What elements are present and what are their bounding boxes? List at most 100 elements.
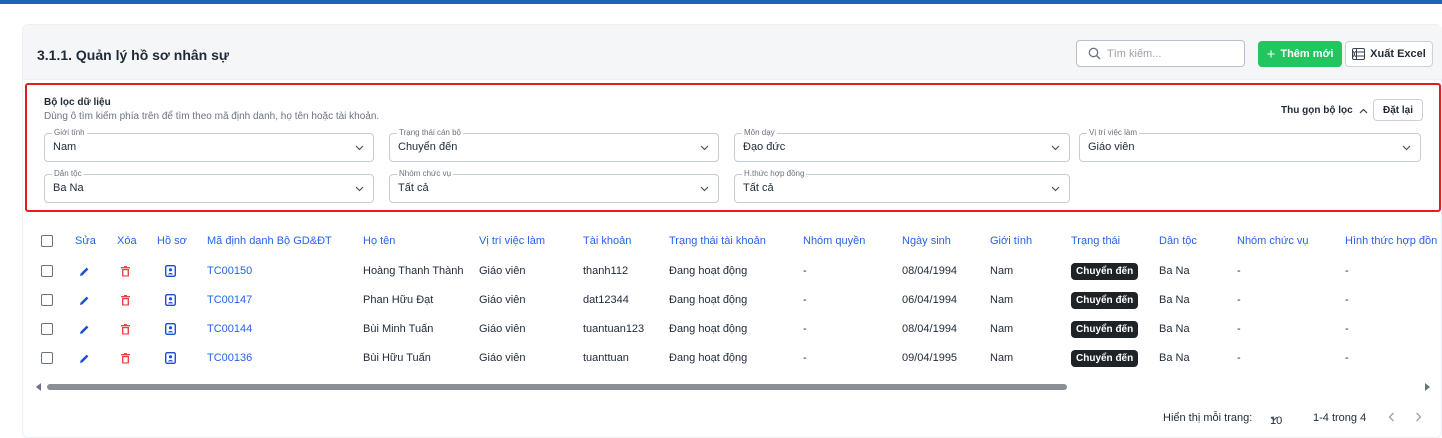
row-id-link[interactable]: TC00136	[207, 346, 252, 370]
col-name[interactable]: Họ tên	[363, 229, 395, 253]
subject-select-label: Môn dạy	[742, 128, 777, 138]
table-row: TC00150 Hoàng Thanh Thành Giáo viên than…	[23, 259, 1442, 283]
search-icon	[1088, 47, 1101, 60]
scrollbar-thumb[interactable]	[47, 384, 1067, 390]
prev-page-button[interactable]	[1388, 412, 1395, 425]
table-row: TC00136 Bùi Hữu Tuấn Giáo viên tuanttuan…	[23, 346, 1442, 370]
row-role: -	[803, 265, 807, 277]
row-position-group: -	[1237, 265, 1241, 277]
row-contract: -	[1345, 352, 1349, 364]
subject-select[interactable]: Môn dạy Đạo đức	[734, 128, 1070, 162]
col-role[interactable]: Nhóm quyền	[803, 229, 865, 253]
col-gender[interactable]: Giới tính	[990, 229, 1032, 253]
per-page-label: Hiển thị mỗi trang:	[1163, 412, 1253, 424]
staff-status-select-label: Trạng thái cán bộ	[397, 128, 463, 138]
row-position-group: -	[1237, 323, 1241, 335]
gender-select[interactable]: Giới tính Nam	[44, 128, 374, 162]
row-role: -	[803, 352, 807, 364]
row-status: Chuyển đến	[1071, 259, 1139, 283]
per-page-select[interactable]: 10	[1270, 412, 1282, 427]
col-contract[interactable]: Hình thức hợp đồn	[1345, 229, 1437, 253]
row-name: Phan Hữu Đạt	[363, 294, 434, 306]
col-position[interactable]: Vị trí việc làm	[479, 229, 545, 253]
export-excel-button[interactable]: Xuất Excel	[1345, 41, 1433, 67]
scroll-left-arrow-icon[interactable]	[35, 382, 42, 392]
row-id-link[interactable]: TC00150	[207, 259, 252, 283]
status-badge: Chuyển đến	[1071, 291, 1139, 309]
row-name: Bùi Minh Tuấn	[363, 323, 434, 335]
status-badge: Chuyển đến	[1071, 349, 1139, 367]
row-contract: -	[1345, 265, 1349, 277]
col-position-group[interactable]: Nhóm chức vụ	[1237, 229, 1309, 253]
chevron-down-icon	[1051, 186, 1060, 192]
position-group-select-label: Nhóm chức vụ	[397, 169, 454, 179]
col-profile: Hồ sơ	[157, 235, 187, 247]
row-gender: Nam	[990, 352, 1014, 364]
row-name: Hoàng Thanh Thành	[363, 265, 464, 277]
row-role: -	[803, 294, 807, 306]
row-position-group: -	[1237, 294, 1241, 306]
edit-icon[interactable]	[79, 259, 90, 283]
row-id-link[interactable]: TC00147	[207, 288, 252, 312]
row-status: Chuyển đến	[1071, 288, 1139, 312]
contract-type-select[interactable]: H.thức hợp đồng Tất cả	[734, 169, 1070, 203]
row-ethnic: Ba Na	[1159, 294, 1190, 306]
reset-filter-button[interactable]: Đặt lại	[1373, 99, 1423, 121]
row-account-status: Đang hoạt động	[669, 323, 748, 335]
col-account-status[interactable]: Trạng thái tài khoản	[669, 229, 766, 253]
search-input[interactable]	[1107, 45, 1237, 63]
collapse-filter-button[interactable]: Thu gọn bộ lọc	[1281, 105, 1368, 116]
col-account[interactable]: Tài khoản	[583, 229, 631, 253]
status-badge: Chuyển đến	[1071, 262, 1139, 280]
col-status[interactable]: Trạng thái	[1071, 229, 1120, 253]
edit-icon[interactable]	[79, 346, 90, 370]
row-contract: -	[1345, 323, 1349, 335]
trash-icon[interactable]	[121, 288, 130, 312]
profile-file-icon[interactable]	[165, 346, 176, 370]
trash-icon[interactable]	[121, 346, 130, 370]
next-page-button[interactable]	[1415, 412, 1422, 425]
col-id[interactable]: Mã định danh Bộ GD&ĐT	[207, 229, 332, 253]
job-position-select-value: Giáo viên	[1088, 141, 1135, 153]
row-role: -	[803, 323, 807, 335]
row-checkbox[interactable]	[41, 352, 53, 364]
gender-select-value: Nam	[53, 141, 77, 153]
personnel-card: 3.1.1. Quản lý hồ sơ nhân sự + Thêm mới …	[22, 24, 1442, 438]
row-account-status: Đang hoạt động	[669, 352, 748, 364]
row-id-link[interactable]: TC00144	[207, 317, 252, 341]
top-accent-bar	[0, 0, 1442, 4]
gender-select-label: Giới tính	[52, 128, 87, 138]
col-ethnic[interactable]: Dân tộc	[1159, 229, 1197, 253]
position-group-select[interactable]: Nhóm chức vụ Tất cả	[389, 169, 719, 203]
edit-icon[interactable]	[79, 288, 90, 312]
edit-icon[interactable]	[79, 317, 90, 341]
row-checkbox[interactable]	[41, 323, 53, 335]
horizontal-scrollbar[interactable]	[35, 381, 1431, 393]
trash-icon[interactable]	[121, 317, 130, 341]
chevron-down-icon	[355, 145, 364, 151]
row-ethnic: Ba Na	[1159, 323, 1190, 335]
row-dob: 06/04/1994	[902, 294, 958, 306]
add-new-button[interactable]: + Thêm mới	[1258, 41, 1342, 67]
col-dob[interactable]: Ngày sinh	[902, 229, 951, 253]
per-page-value: 10	[1270, 415, 1283, 427]
scroll-right-arrow-icon[interactable]	[1424, 382, 1431, 392]
ethnic-select[interactable]: Dân tộc Ba Na	[44, 169, 374, 203]
page-range: 1-4 trong 4	[1313, 412, 1367, 424]
row-position: Giáo viên	[479, 352, 526, 364]
select-all-checkbox[interactable]	[41, 235, 53, 247]
profile-file-icon[interactable]	[165, 259, 176, 283]
page-title: 3.1.1. Quản lý hồ sơ nhân sự	[37, 47, 230, 63]
row-checkbox[interactable]	[41, 294, 53, 306]
job-position-select[interactable]: Vị trí việc làm Giáo viên	[1079, 128, 1421, 162]
chevron-up-icon	[1359, 108, 1368, 113]
profile-file-icon[interactable]	[165, 288, 176, 312]
row-position: Giáo viên	[479, 323, 526, 335]
job-position-select-label: Vị trí việc làm	[1087, 128, 1140, 138]
collapse-filter-label: Thu gọn bộ lọc	[1281, 105, 1353, 116]
row-checkbox[interactable]	[41, 265, 53, 277]
staff-status-select[interactable]: Trạng thái cán bộ Chuyển đến	[389, 128, 719, 162]
profile-file-icon[interactable]	[165, 317, 176, 341]
trash-icon[interactable]	[121, 259, 130, 283]
search-box[interactable]	[1076, 40, 1245, 67]
